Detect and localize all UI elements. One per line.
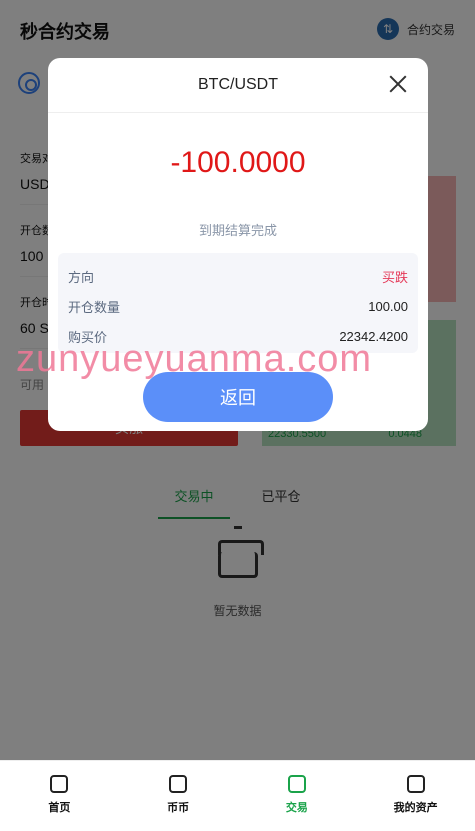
- watermark: zunyueyuanma.com: [16, 338, 373, 380]
- document-icon: [287, 775, 306, 793]
- bottom-tab-bar: 首页 币币 交易 我的资产: [0, 760, 475, 831]
- info-key: 方向: [68, 269, 95, 285]
- modal-header: BTC/USDT: [48, 58, 428, 113]
- info-row-direction: 方向 买跌: [68, 261, 408, 291]
- close-icon[interactable]: [388, 74, 408, 94]
- tab-trade[interactable]: 交易: [238, 761, 357, 831]
- settlement-status: 到期结算完成: [198, 223, 277, 238]
- tab-home[interactable]: 首页: [0, 761, 119, 831]
- tab-label: 首页: [48, 802, 71, 814]
- wallet-icon: [406, 775, 425, 793]
- tab-assets[interactable]: 我的资产: [356, 761, 475, 831]
- info-value: 100.00: [368, 298, 408, 314]
- modal-title: BTC/USDT: [198, 76, 278, 93]
- info-value: 买跌: [381, 269, 408, 285]
- folder-icon: [169, 775, 188, 793]
- info-key: 开仓数量: [68, 299, 121, 315]
- tab-label: 交易: [285, 802, 308, 814]
- profit-value: -100.0000: [170, 146, 306, 179]
- tab-label: 币币: [167, 802, 190, 814]
- tab-label: 我的资产: [393, 802, 438, 814]
- info-row-quantity: 开仓数量 100.00: [68, 291, 408, 321]
- tab-spot[interactable]: 币币: [119, 761, 238, 831]
- home-icon: [50, 775, 69, 793]
